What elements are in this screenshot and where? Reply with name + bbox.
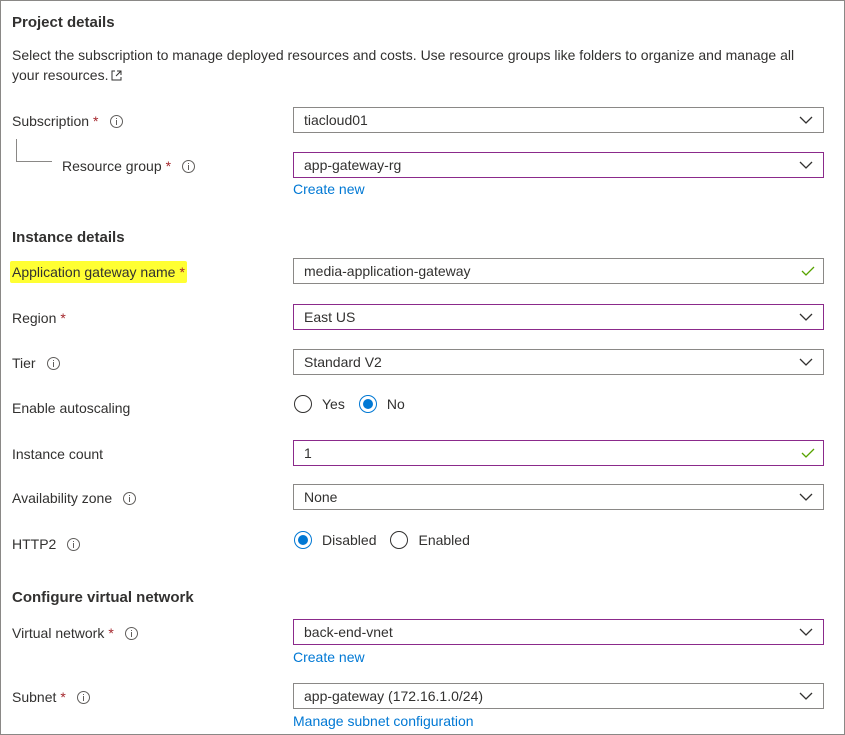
create-new-resource-group-link[interactable]: Create new <box>293 181 365 197</box>
manage-subnet-link[interactable]: Manage subnet configuration <box>293 713 474 729</box>
gateway-name-label-text: Application gateway name <box>12 264 176 280</box>
http2-label: HTTP2 <box>12 534 81 554</box>
tree-connector-vertical <box>16 139 17 161</box>
region-dropdown[interactable]: East US <box>293 304 824 330</box>
subscription-label: Subscription * <box>12 111 123 131</box>
tree-connector-horizontal <box>16 161 52 162</box>
chevron-down-icon <box>799 313 813 321</box>
resource-group-label: Resource group * <box>62 156 196 176</box>
region-value: East US <box>304 309 356 325</box>
subnet-label-text: Subnet <box>12 689 57 705</box>
instance-details-title: Instance details <box>12 229 125 246</box>
subscription-value: tiacloud01 <box>304 112 368 128</box>
checkmark-icon <box>801 448 815 458</box>
instance-count-label: Instance count <box>12 444 103 464</box>
availability-zone-dropdown[interactable]: None <box>293 484 824 510</box>
gateway-name-input[interactable]: media-application-gateway <box>293 258 824 284</box>
info-icon[interactable] <box>109 114 123 128</box>
gateway-name-value: media-application-gateway <box>304 263 471 279</box>
subscription-label-text: Subscription <box>12 113 90 129</box>
radio-disabled-label: Disabled <box>322 532 377 548</box>
chevron-down-icon <box>799 116 813 124</box>
required-asterisk: * <box>108 625 114 641</box>
http2-option-enabled[interactable]: Enabled <box>390 531 470 549</box>
region-label: Region * <box>12 308 66 328</box>
project-description-line1: Select the subscription to manage deploy… <box>12 47 795 63</box>
subnet-value: app-gateway (172.16.1.0/24) <box>304 688 484 704</box>
project-description-line2: your resources. <box>12 67 109 83</box>
autoscaling-label-text: Enable autoscaling <box>12 400 131 416</box>
autoscaling-option-no[interactable]: No <box>358 395 405 413</box>
gateway-name-label: Application gateway name * <box>10 261 187 283</box>
availability-zone-label-text: Availability zone <box>12 490 113 506</box>
required-asterisk: * <box>93 113 99 129</box>
virtual-network-label-text: Virtual network <box>12 625 105 641</box>
project-details-title: Project details <box>12 14 115 31</box>
availability-zone-label: Availability zone <box>12 488 137 508</box>
tier-value: Standard V2 <box>304 354 382 370</box>
virtual-network-label: Virtual network * <box>12 623 138 643</box>
radio-no[interactable] <box>358 395 377 413</box>
info-icon[interactable] <box>123 491 137 505</box>
region-label-text: Region <box>12 310 57 326</box>
autoscaling-radio-group: Yes No <box>294 395 419 413</box>
resource-group-label-text: Resource group <box>62 158 162 174</box>
instance-count-value: 1 <box>304 445 312 461</box>
http2-label-text: HTTP2 <box>12 536 57 552</box>
tier-dropdown[interactable]: Standard V2 <box>293 349 824 375</box>
instance-count-input[interactable]: 1 <box>293 440 824 466</box>
radio-disabled[interactable] <box>294 531 312 549</box>
external-link-icon[interactable] <box>111 70 122 81</box>
autoscaling-option-yes[interactable]: Yes <box>294 395 345 413</box>
required-asterisk: * <box>165 158 172 174</box>
required-asterisk: * <box>60 310 66 326</box>
subnet-dropdown[interactable]: app-gateway (172.16.1.0/24) <box>293 683 824 709</box>
autoscaling-label: Enable autoscaling <box>12 398 130 418</box>
radio-enabled[interactable] <box>390 531 409 549</box>
required-asterisk: * <box>179 264 185 280</box>
checkmark-icon <box>801 266 815 276</box>
radio-enabled-label: Enabled <box>418 532 470 548</box>
virtual-network-dropdown[interactable]: back-end-vnet <box>293 619 824 645</box>
availability-zone-value: None <box>304 489 338 505</box>
http2-option-disabled[interactable]: Disabled <box>294 531 376 549</box>
info-icon[interactable] <box>124 626 138 640</box>
tier-label: Tier <box>12 353 60 373</box>
chevron-down-icon <box>799 493 813 501</box>
info-icon[interactable] <box>46 356 60 370</box>
required-asterisk: * <box>60 689 66 705</box>
radio-yes[interactable] <box>294 395 312 413</box>
radio-no-label: No <box>386 396 405 412</box>
resource-group-value: app-gateway-rg <box>304 157 402 173</box>
configure-network-title: Configure virtual network <box>12 589 194 606</box>
chevron-down-icon <box>799 161 813 169</box>
subscription-dropdown[interactable]: tiacloud01 <box>293 107 824 133</box>
virtual-network-value: back-end-vnet <box>304 624 393 640</box>
tier-label-text: Tier <box>12 355 36 371</box>
radio-yes-label: Yes <box>322 396 345 412</box>
gateway-name-label-highlight: Application gateway name * <box>10 261 187 283</box>
resource-group-dropdown[interactable]: app-gateway-rg <box>293 152 824 178</box>
info-icon[interactable] <box>182 159 196 173</box>
chevron-down-icon <box>799 358 813 366</box>
info-icon[interactable] <box>67 537 81 551</box>
chevron-down-icon <box>799 692 813 700</box>
subnet-label: Subnet * <box>12 687 90 707</box>
create-new-vnet-link[interactable]: Create new <box>293 649 365 665</box>
chevron-down-icon <box>799 628 813 636</box>
info-icon[interactable] <box>76 690 90 704</box>
http2-radio-group: Disabled Enabled <box>294 531 484 549</box>
instance-count-label-text: Instance count <box>12 446 104 462</box>
project-description: Select the subscription to manage deploy… <box>12 45 832 85</box>
